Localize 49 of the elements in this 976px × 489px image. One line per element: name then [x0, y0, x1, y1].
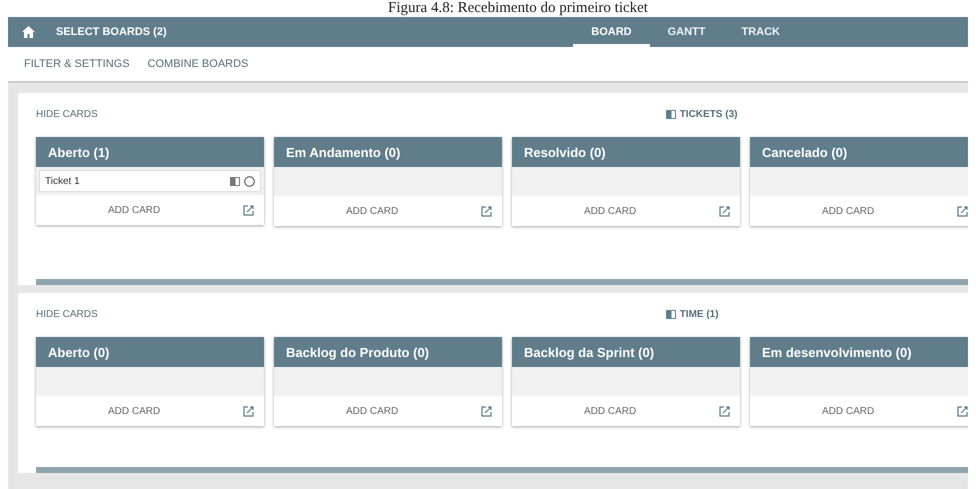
board-icon [230, 176, 240, 186]
hide-cards-button[interactable]: HIDE CARDS [36, 308, 98, 320]
open-button[interactable] [719, 406, 730, 416]
open-button[interactable] [719, 206, 730, 216]
circle-icon [244, 176, 255, 186]
column-header: Em Andamento (0) [274, 137, 502, 167]
ticket-card[interactable]: Ticket 1 [39, 170, 261, 192]
column-header: Backlog da Sprint (0) [512, 337, 740, 367]
open-external-icon [481, 406, 492, 416]
open-button[interactable] [243, 406, 254, 416]
add-card-button[interactable]: ADD CARD [346, 406, 398, 416]
nav-tab[interactable]: TRACK [724, 17, 798, 47]
open-external-icon [957, 406, 968, 416]
board-icon [666, 110, 676, 118]
column-header: Cancelado (0) [750, 137, 968, 167]
open-button[interactable] [957, 406, 968, 416]
add-card-button[interactable]: ADD CARD [584, 206, 636, 216]
add-card-button[interactable]: ADD CARD [108, 204, 160, 216]
open-button[interactable] [243, 204, 254, 216]
select-boards-button[interactable]: SELECT BOARDS (2) [56, 26, 167, 38]
figure-caption: Figura 4.8: Recebimento do primeiro ticket [387, 0, 649, 17]
column-header: Aberto (1) [36, 137, 264, 167]
open-external-icon [481, 206, 492, 216]
open-external-icon [243, 204, 254, 216]
add-card-button[interactable]: ADD CARD [822, 406, 874, 416]
hide-cards-button[interactable]: HIDE CARDS [36, 108, 98, 120]
column-header: Resolvido (0) [512, 137, 740, 167]
column-header: Backlog do Produto (0) [274, 337, 502, 367]
open-external-icon [957, 206, 968, 216]
open-external-icon [719, 206, 730, 216]
toolbar-link[interactable]: FILTER & SETTINGS [24, 58, 130, 70]
open-button[interactable] [481, 406, 492, 416]
board-title: TIME (1) [666, 308, 719, 320]
nav-tab[interactable]: BOARD [573, 17, 650, 47]
column-header: Aberto (0) [36, 337, 264, 367]
open-button[interactable] [957, 206, 968, 216]
open-button[interactable] [481, 206, 492, 216]
add-card-button[interactable]: ADD CARD [822, 206, 874, 216]
home-icon [22, 26, 34, 38]
toolbar-link[interactable]: COMBINE BOARDS [148, 58, 248, 70]
board-icon [666, 310, 676, 318]
add-card-button[interactable]: ADD CARD [346, 206, 398, 216]
open-external-icon [243, 406, 254, 416]
open-external-icon [719, 406, 730, 416]
add-card-button[interactable]: ADD CARD [108, 406, 160, 416]
board-title: TICKETS (3) [666, 108, 738, 120]
column-header: Em desenvolvimento (0) [750, 337, 968, 367]
nav-tab[interactable]: GANTT [650, 17, 724, 47]
add-card-button[interactable]: ADD CARD [584, 406, 636, 416]
